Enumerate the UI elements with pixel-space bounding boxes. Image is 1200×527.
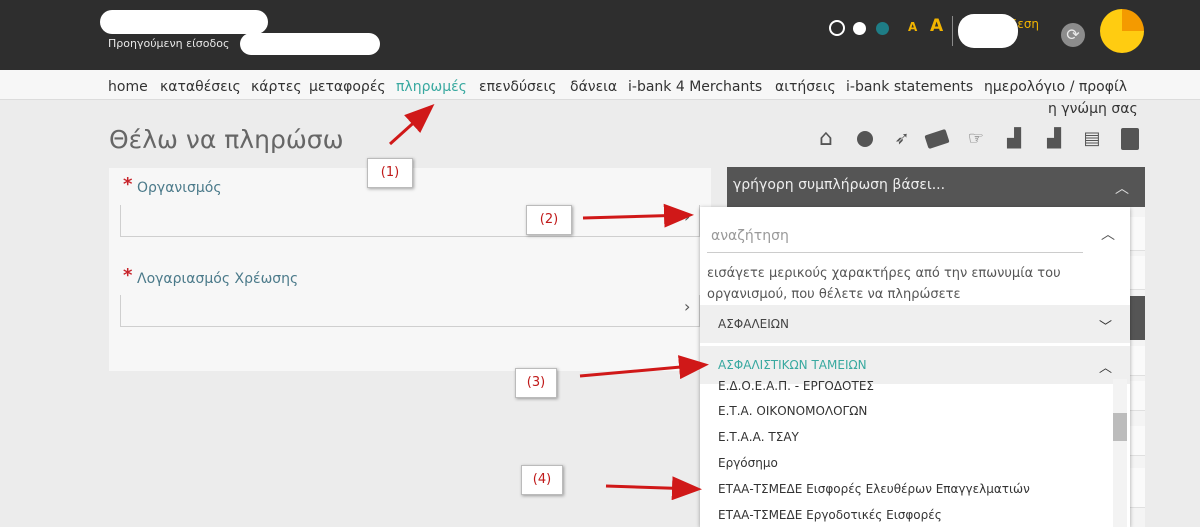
annotation-callout-2: (2) [526, 205, 572, 235]
annotation-arrow-2 [582, 203, 694, 228]
annotation-callout-4: (4) [521, 465, 563, 495]
annotation-arrows [388, 103, 709, 501]
annotation-arrow-1 [388, 103, 435, 146]
annotation-callout-1: (1) [367, 158, 413, 188]
annotation-callout-3: (3) [515, 368, 557, 398]
annotation-arrow-4 [605, 476, 702, 501]
annotation-arrow-3 [579, 355, 709, 380]
